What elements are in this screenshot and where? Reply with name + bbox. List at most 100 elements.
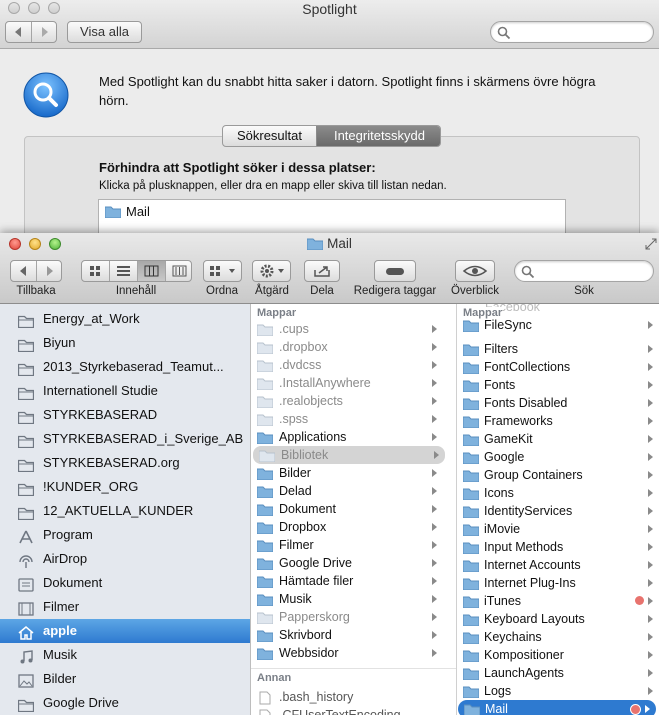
list-item[interactable]: Papperskorg (251, 608, 443, 626)
list-item[interactable]: Dropbox (251, 518, 443, 536)
spotlight-window: Spotlight Visa alla Med Spotlight kan du… (0, 0, 659, 248)
list-item[interactable]: Webbsidor (251, 644, 443, 662)
list-item[interactable]: Skrivbord (251, 626, 443, 644)
list-item[interactable]: .spss (251, 410, 443, 428)
column-view-button[interactable] (138, 261, 166, 281)
list-item-label: Bilder (279, 466, 311, 480)
list-item[interactable]: Input Methods (457, 538, 659, 556)
list-item[interactable]: FileSync (457, 316, 659, 334)
list-view-button[interactable] (110, 261, 138, 281)
finder-search-input[interactable] (514, 260, 654, 282)
show-all-button[interactable]: Visa alla (67, 21, 142, 43)
forward-button[interactable] (32, 22, 57, 42)
finder-back-button[interactable] (11, 261, 37, 281)
folder-icon (17, 384, 35, 401)
list-item[interactable]: .cups (251, 320, 443, 338)
sidebar-item[interactable]: Dokument (0, 571, 250, 595)
fullscreen-icon[interactable] (645, 238, 657, 250)
sidebar-item[interactable]: 2013_Styrkebaserad_Teamut... (0, 355, 250, 379)
folder-icon (256, 431, 274, 445)
list-item[interactable]: Delad (251, 482, 443, 500)
sidebar-item[interactable]: 12_AKTUELLA_KUNDER (0, 499, 250, 523)
sidebar-item[interactable]: STYRKEBASERAD.org (0, 451, 250, 475)
list-item[interactable]: .dropbox (251, 338, 443, 356)
list-item[interactable]: Icons (457, 484, 659, 502)
sidebar-item-label: Internationell Studie (43, 383, 158, 398)
folder-icon (17, 360, 35, 377)
quicklook-button[interactable] (455, 260, 495, 282)
list-item[interactable]: Hämtade filer (251, 572, 443, 590)
document-icon (259, 709, 275, 715)
list-item[interactable]: GameKit (457, 430, 659, 448)
arrange-button[interactable] (203, 260, 242, 282)
sidebar-item[interactable]: Filmer (0, 595, 250, 619)
folder-icon (462, 379, 480, 393)
list-item[interactable]: .realobjects (251, 392, 443, 410)
list-item[interactable]: Filters (457, 340, 659, 358)
chevron-right-icon (648, 321, 653, 329)
list-item[interactable]: Internet Plug-Ins (457, 574, 659, 592)
list-item[interactable]: Fonts (457, 376, 659, 394)
list-item[interactable]: .dvdcss (251, 356, 443, 374)
excluded-item[interactable]: Mail (126, 204, 150, 219)
sidebar-item-label: Program (43, 527, 93, 542)
edit-tags-button[interactable] (374, 260, 416, 282)
sidebar-item[interactable]: Biyun (0, 331, 250, 355)
sidebar-item[interactable]: Program (0, 523, 250, 547)
sidebar-item[interactable]: STYRKEBASERAD_i_Sverige_AB (0, 427, 250, 451)
list-item[interactable]: Bilder (251, 464, 443, 482)
folder-icon (462, 613, 480, 627)
chevron-right-icon (432, 523, 437, 531)
list-item[interactable]: IdentityServices (457, 502, 659, 520)
column-library: Facebook Mappar FileSync Filters FontCollect… (457, 304, 659, 715)
list-item[interactable]: FontCollections (457, 358, 659, 376)
icon-view-button[interactable] (82, 261, 110, 281)
sidebar-item[interactable]: Musik (0, 643, 250, 667)
sidebar-item[interactable]: Google Drive (0, 691, 250, 715)
list-item[interactable]: Google (457, 448, 659, 466)
file-item[interactable]: .CFUserTextEncoding (251, 706, 451, 715)
prefs-search-input[interactable] (490, 21, 654, 43)
sidebar-item[interactable]: AirDrop (0, 547, 250, 571)
back-button[interactable] (6, 22, 32, 42)
list-item[interactable]: Logs (457, 682, 659, 700)
action-button[interactable] (252, 260, 291, 282)
list-item[interactable]: Musik (251, 590, 443, 608)
list-item[interactable]: .InstallAnywhere (251, 374, 443, 392)
finder-forward-button[interactable] (37, 261, 62, 281)
sidebar-item[interactable]: !KUNDER_ORG (0, 475, 250, 499)
coverflow-view-button[interactable] (166, 261, 191, 281)
file-item[interactable]: .bash_history (251, 688, 451, 706)
list-item[interactable]: iMovie (457, 520, 659, 538)
list-item[interactable]: Bibliotek (253, 446, 445, 464)
list-item[interactable]: Group Containers (457, 466, 659, 484)
sidebar-item[interactable]: Internationell Studie (0, 379, 250, 403)
list-item[interactable]: Fonts Disabled (457, 394, 659, 412)
list-item[interactable]: Dokument (251, 500, 443, 518)
sidebar-item[interactable]: STYRKEBASERAD (0, 403, 250, 427)
list-item[interactable]: Keyboard Layouts (457, 610, 659, 628)
list-item-label: Dropbox (279, 520, 327, 534)
tab-search-results[interactable]: Sökresultat (223, 126, 317, 146)
list-item[interactable]: Filmer (251, 536, 443, 554)
list-item-label: Skrivbord (279, 628, 332, 642)
list-item[interactable]: Internet Accounts (457, 556, 659, 574)
list-item[interactable]: iTunes (457, 592, 659, 610)
list-item[interactable]: Applications (251, 428, 443, 446)
list-item-label: iMovie (484, 522, 521, 536)
list-item[interactable]: Kompositioner (457, 646, 659, 664)
list-item-label: Internet Accounts (484, 558, 581, 572)
prevent-help: Klicka på plusknappen, eller dra en mapp… (99, 180, 447, 192)
list-item[interactable]: LaunchAgents (457, 664, 659, 682)
share-button[interactable] (304, 260, 340, 282)
list-item[interactable]: Frameworks (457, 412, 659, 430)
list-item[interactable]: Keychains (457, 628, 659, 646)
list-item[interactable]: Mail (458, 700, 656, 715)
list-item-label: Fonts Disabled (484, 396, 568, 410)
list-item[interactable]: Google Drive (251, 554, 443, 572)
sidebar-item[interactable]: Bilder (0, 667, 250, 691)
sidebar-item[interactable]: apple (0, 619, 250, 643)
column-header: Annan (257, 672, 292, 684)
sidebar-item[interactable]: Energy_at_Work (0, 307, 250, 331)
tab-privacy[interactable]: Integritetsskydd (317, 126, 440, 146)
